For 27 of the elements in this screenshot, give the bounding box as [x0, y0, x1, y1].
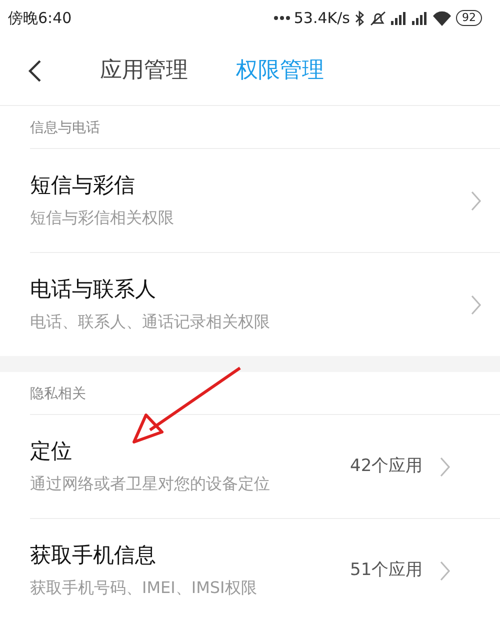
wifi-icon: [432, 10, 452, 26]
item-title[interactable]: 电话与联系人: [30, 274, 454, 306]
chevron-right-icon: [438, 560, 451, 582]
more-dots-icon: [274, 16, 290, 20]
tab[interactable]: 应用管理: [100, 54, 188, 87]
app-count: 42个应用: [350, 454, 423, 478]
section-title: 信息与电话: [30, 120, 100, 136]
back-icon[interactable]: [28, 58, 42, 83]
item-subtitle: 短信与彩信相关权限: [30, 206, 175, 229]
item-subtitle: 通过网络或者卫星对您的设备定位: [30, 472, 271, 495]
signal-icon: [390, 10, 407, 26]
chevron-right-icon: [470, 294, 482, 316]
status-time: 傍晚6:40: [8, 8, 72, 29]
bluetooth-icon: [354, 10, 365, 26]
section-title: 隐私相关: [30, 386, 86, 402]
network-speed: 53.4K/s: [294, 8, 350, 29]
item-subtitle: 电话、联系人、通话记录相关权限: [30, 310, 271, 333]
item-title[interactable]: 获取手机信息: [30, 540, 334, 572]
mute-bell-icon: [369, 10, 386, 26]
chevron-right-icon: [438, 456, 451, 478]
signal-icon: [411, 10, 428, 26]
item-subtitle: 获取手机号码、IMEI、IMSI权限: [30, 576, 258, 599]
battery-level: 92: [456, 10, 482, 26]
chevron-right-icon: [470, 190, 482, 212]
item-title[interactable]: 短信与彩信: [30, 170, 454, 202]
item-title[interactable]: 定位: [30, 436, 334, 468]
app-count: 51个应用: [350, 558, 423, 582]
